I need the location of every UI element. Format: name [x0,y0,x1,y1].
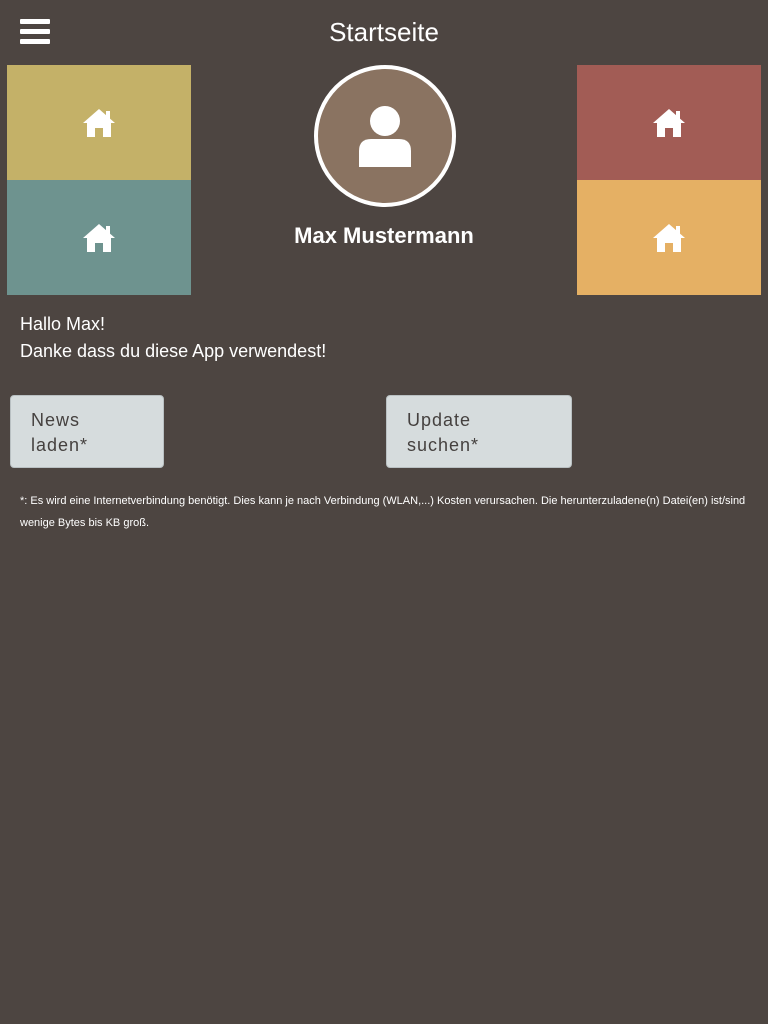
button-label-line: suchen* [407,435,480,455]
page-title: Startseite [329,17,439,47]
check-update-button[interactable]: Update suchen* [386,395,572,468]
footnote: *: Es wird eine Internetverbindung benöt… [20,495,746,529]
button-label-line: laden* [31,435,89,455]
home-icon [83,223,115,252]
tile-top-left[interactable] [7,65,191,180]
greeting-line: Hallo Max! [20,314,106,334]
load-news-button[interactable]: News laden* [10,395,164,468]
home-icon [653,108,685,137]
tile-bottom-right[interactable] [577,180,761,295]
avatar[interactable] [314,65,456,207]
home-icon [83,108,115,137]
button-label-line: News [31,410,81,430]
user-icon [359,106,411,167]
tile-top-right[interactable] [577,65,761,180]
tile-bottom-left[interactable] [7,180,191,295]
home-page: Startseite Max Mustermann Hallo Max! Dan… [0,0,768,1024]
greeting-text: Hallo Max! Danke dass du diese App verwe… [20,311,326,365]
thanks-line: Danke dass du diese App verwendest! [20,341,327,361]
home-icon [653,223,685,252]
user-name: Max Mustermann [294,223,474,248]
button-label-line: Update [407,410,472,430]
